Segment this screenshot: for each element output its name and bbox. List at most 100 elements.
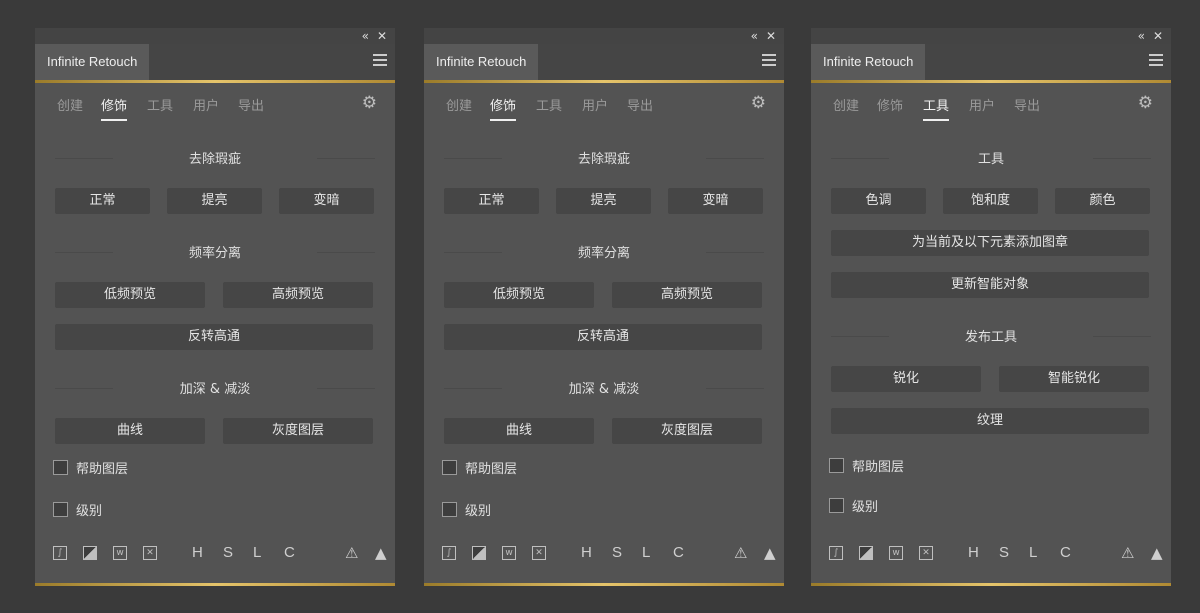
add-stamp-button[interactable]: 为当前及以下元素添加图章 <box>831 230 1149 256</box>
level-label: 级别 <box>852 500 879 515</box>
hue-letter[interactable]: H <box>192 544 203 561</box>
hue-letter[interactable]: H <box>968 544 979 561</box>
warning-outline-icon[interactable]: ⚠ <box>734 544 747 562</box>
contrast-icon[interactable] <box>859 546 873 560</box>
warning-outline-icon[interactable]: ⚠ <box>1121 544 1134 562</box>
help-layer-checkbox[interactable]: 帮助图层 <box>53 460 128 478</box>
nav-retouch[interactable]: 修饰 <box>101 95 128 121</box>
collapse-button[interactable]: « <box>751 28 758 44</box>
gear-icon[interactable]: ⚙ <box>1138 93 1153 113</box>
brighten-button[interactable]: 提亮 <box>556 188 651 214</box>
close-button[interactable]: ✕ <box>1153 28 1163 44</box>
warning-filled-icon[interactable]: ▲ <box>1151 544 1163 562</box>
checkbox-box[interactable] <box>442 460 457 475</box>
nav-create[interactable]: 创建 <box>446 95 472 114</box>
nav-user[interactable]: 用户 <box>582 95 608 114</box>
low-freq-preview-button[interactable]: 低频预览 <box>55 282 205 308</box>
warning-outline-icon[interactable]: ⚠ <box>345 544 358 562</box>
cross-box-icon[interactable]: ✕ <box>532 546 546 560</box>
invert-highpass-button[interactable]: 反转高通 <box>55 324 373 350</box>
nav-user[interactable]: 用户 <box>193 95 219 114</box>
curve-tool-icon[interactable]: ∫ <box>53 546 67 560</box>
nav-export[interactable]: 导出 <box>627 95 653 114</box>
update-smart-object-button[interactable]: 更新智能对象 <box>831 272 1149 298</box>
smart-sharpen-button[interactable]: 智能锐化 <box>999 366 1149 392</box>
color-letter[interactable]: C <box>673 544 684 561</box>
brighten-button[interactable]: 提亮 <box>167 188 262 214</box>
cross-box-icon[interactable]: ✕ <box>919 546 933 560</box>
contrast-icon[interactable] <box>83 546 97 560</box>
sharpen-button[interactable]: 锐化 <box>831 366 981 392</box>
panel-tab-title[interactable]: Infinite Retouch <box>35 44 150 80</box>
tone-button[interactable]: 色调 <box>831 188 926 214</box>
collapse-button[interactable]: « <box>1138 28 1145 44</box>
collapse-button[interactable]: « <box>362 28 369 44</box>
gray-layer-button[interactable]: 灰度图层 <box>612 418 762 444</box>
panel-tab-title[interactable]: Infinite Retouch <box>424 44 539 80</box>
low-freq-preview-button[interactable]: 低频预览 <box>444 282 594 308</box>
nav-retouch[interactable]: 修饰 <box>490 95 517 121</box>
high-freq-preview-button[interactable]: 高频预览 <box>612 282 762 308</box>
wave-icon[interactable]: w <box>113 546 127 560</box>
color-letter[interactable]: C <box>284 544 295 561</box>
gear-icon[interactable]: ⚙ <box>751 93 766 113</box>
contrast-icon[interactable] <box>472 546 486 560</box>
nav-export[interactable]: 导出 <box>1014 95 1040 114</box>
darken-button[interactable]: 变暗 <box>668 188 763 214</box>
color-button[interactable]: 颜色 <box>1055 188 1150 214</box>
panel-tab-title[interactable]: Infinite Retouch <box>811 44 926 80</box>
texture-button[interactable]: 纹理 <box>831 408 1149 434</box>
curve-button[interactable]: 曲线 <box>55 418 205 444</box>
high-freq-preview-button[interactable]: 高频预览 <box>223 282 373 308</box>
nav-tabs: 创建 修饰 工具 用户 导出 ⚙ <box>424 83 784 125</box>
level-checkbox[interactable]: 级别 <box>442 502 491 520</box>
nav-create[interactable]: 创建 <box>57 95 83 114</box>
nav-retouch[interactable]: 修饰 <box>877 95 903 114</box>
hamburger-menu-icon[interactable] <box>373 54 387 68</box>
lightness-letter[interactable]: L <box>1029 544 1037 561</box>
saturation-button[interactable]: 饱和度 <box>943 188 1038 214</box>
gray-layer-button[interactable]: 灰度图层 <box>223 418 373 444</box>
saturation-letter[interactable]: S <box>223 544 233 561</box>
close-button[interactable]: ✕ <box>766 28 776 44</box>
wave-icon[interactable]: w <box>502 546 516 560</box>
close-button[interactable]: ✕ <box>377 28 387 44</box>
bottom-gold-line <box>35 583 395 586</box>
checkbox-box[interactable] <box>53 460 68 475</box>
warning-filled-icon[interactable]: ▲ <box>764 544 776 562</box>
checkbox-box[interactable] <box>829 458 844 473</box>
curve-tool-icon[interactable]: ∫ <box>442 546 456 560</box>
checkbox-box[interactable] <box>829 498 844 513</box>
checkbox-box[interactable] <box>442 502 457 517</box>
help-layer-checkbox[interactable]: 帮助图层 <box>442 460 517 478</box>
help-layer-checkbox[interactable]: 帮助图层 <box>829 458 904 476</box>
normal-button[interactable]: 正常 <box>55 188 150 214</box>
nav-create[interactable]: 创建 <box>833 95 859 114</box>
nav-tools[interactable]: 工具 <box>536 95 562 114</box>
section-dodge-burn: 加深 & 减淡 <box>444 378 764 397</box>
hue-letter[interactable]: H <box>581 544 592 561</box>
color-letter[interactable]: C <box>1060 544 1071 561</box>
nav-tools[interactable]: 工具 <box>147 95 173 114</box>
checkbox-box[interactable] <box>53 502 68 517</box>
wave-icon[interactable]: w <box>889 546 903 560</box>
lightness-letter[interactable]: L <box>642 544 650 561</box>
level-checkbox[interactable]: 级别 <box>829 498 878 516</box>
level-checkbox[interactable]: 级别 <box>53 502 102 520</box>
lightness-letter[interactable]: L <box>253 544 261 561</box>
nav-user[interactable]: 用户 <box>969 95 995 114</box>
saturation-letter[interactable]: S <box>999 544 1009 561</box>
cross-box-icon[interactable]: ✕ <box>143 546 157 560</box>
nav-tools[interactable]: 工具 <box>923 95 950 121</box>
darken-button[interactable]: 变暗 <box>279 188 374 214</box>
warning-filled-icon[interactable]: ▲ <box>375 544 387 562</box>
saturation-letter[interactable]: S <box>612 544 622 561</box>
nav-export[interactable]: 导出 <box>238 95 264 114</box>
hamburger-menu-icon[interactable] <box>762 54 776 68</box>
invert-highpass-button[interactable]: 反转高通 <box>444 324 762 350</box>
gear-icon[interactable]: ⚙ <box>362 93 377 113</box>
curve-tool-icon[interactable]: ∫ <box>829 546 843 560</box>
curve-button[interactable]: 曲线 <box>444 418 594 444</box>
hamburger-menu-icon[interactable] <box>1149 54 1163 68</box>
normal-button[interactable]: 正常 <box>444 188 539 214</box>
